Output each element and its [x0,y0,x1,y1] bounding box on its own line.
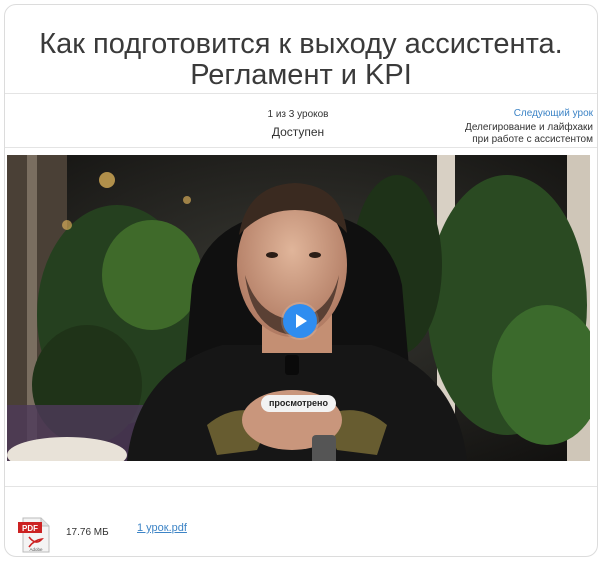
pdf-file-icon[interactable]: PDF Adobe [17,517,53,553]
next-lesson-label[interactable]: Следующий урок [423,107,593,120]
lesson-title: Как подготовится к выходу ассистента. Ре… [5,29,597,91]
file-download-link[interactable]: 1 урок.pdf [137,522,187,534]
next-lesson-title[interactable]: Делегирование и лайфхаки при работе с ас… [423,122,593,146]
lesson-title-line-1: Как подготовится к выходу ассистента. [39,28,563,60]
lesson-count: 1 из 3 уроков [267,109,329,120]
lesson-card: Как подготовится к выходу ассистента. Ре… [4,4,598,557]
watched-badge: просмотрено [261,395,336,412]
video-player[interactable]: просмотрено [7,155,590,461]
svg-text:Adobe: Adobe [29,547,43,552]
lesson-progress: 1 из 3 уроков Доступен [233,108,363,140]
svg-text:PDF: PDF [22,524,38,533]
nav-divider [5,147,597,148]
next-lesson-link[interactable]: Следующий урок Делегирование и лайфхаки … [423,107,593,146]
next-lesson-title-line-1[interactable]: Делегирование и лайфхаки [465,122,593,133]
next-lesson-title-line-2[interactable]: при работе с ассистентом [472,134,593,145]
file-size: 17.76 МБ [66,527,109,538]
play-button[interactable] [283,304,317,338]
attachments-divider [5,486,597,487]
lesson-status: Доступен [271,125,325,139]
attachment-row: PDF Adobe 17.76 МБ 1 урок.pdf [17,517,577,553]
header-divider [5,93,597,94]
lesson-title-line-2: Регламент и KPI [190,59,412,91]
